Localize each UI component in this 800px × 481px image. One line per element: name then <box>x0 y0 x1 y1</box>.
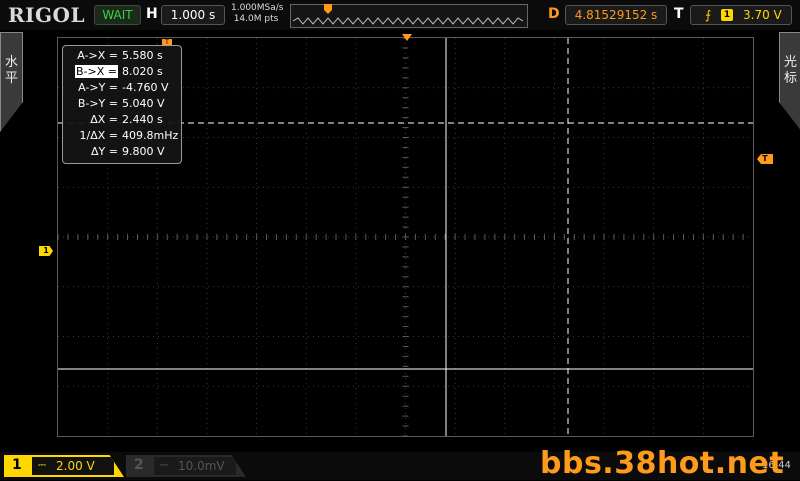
meas-row: ΔY = 9.800 V <box>91 145 165 158</box>
horizontal-menu-tab[interactable]: 水平 <box>0 32 23 132</box>
brand-logo: RIGOL <box>8 3 86 27</box>
meas-row: A->Y = -4.760 V <box>78 81 169 94</box>
dc-coupling-icon: ⎓ <box>160 460 168 471</box>
trigger-settings[interactable]: ⨍ 1 3.70 V <box>690 5 792 25</box>
sample-rate: 1.000MSa/s <box>231 3 284 13</box>
cursor-menu-label: 光标 <box>783 55 797 86</box>
ch2-number: 2 <box>134 457 144 473</box>
horizontal-label: H <box>146 6 158 22</box>
trigger-level-value: 3.70 V <box>743 8 782 22</box>
rising-edge-icon: ⨍ <box>705 8 712 22</box>
delay-value[interactable]: 4.81529152 s <box>565 5 667 25</box>
ch1-settings[interactable]: 1 ⎓ 2.00 V <box>4 455 124 477</box>
ch2-scale-box: ⎓ 10.0mV <box>154 457 236 475</box>
meas-row: 1/ΔX = 409.8mHz <box>79 129 179 142</box>
ch1-offset-marker[interactable]: 1 <box>39 246 53 256</box>
cursor-menu-tab[interactable]: 光标 <box>779 32 800 132</box>
trigger-position-icon <box>324 4 332 14</box>
timebase-value[interactable]: 1.000 s <box>161 5 225 25</box>
cursor-measurement-panel: A->X = 5.580 s B->X = 8.020 s A->Y = -4.760… <box>62 45 182 164</box>
top-status-bar: RIGOL WAIT H 1.000 s 1.000MSa/s 14.0M pt… <box>0 0 800 30</box>
acquisition-info: 1.000MSa/s 14.0M pts <box>231 3 284 25</box>
delay-label: D <box>548 6 560 22</box>
meas-row: B->Y = 5.040 V <box>77 97 165 110</box>
memory-depth: 14.0M pts <box>233 14 279 24</box>
meas-row: B->X = 8.020 s <box>75 65 163 78</box>
run-state-badge[interactable]: WAIT <box>94 5 141 25</box>
ch1-scale-box: ⎓ 2.00 V <box>32 457 114 475</box>
horizontal-menu-label: 水平 <box>4 55 18 86</box>
meas-row: ΔX = 2.440 s <box>90 113 163 126</box>
trigger-source-badge: 1 <box>721 9 733 21</box>
ch1-number: 1 <box>12 457 22 473</box>
watermark: bbs.38hot.net <box>540 446 785 481</box>
ch2-scale: 10.0mV <box>178 459 225 473</box>
meas-row: A->X = 5.580 s <box>77 49 163 62</box>
ch2-settings[interactable]: 2 ⎓ 10.0mV <box>126 455 246 477</box>
memory-overview-bar[interactable] <box>290 4 528 28</box>
trigger-level-marker[interactable]: T <box>757 154 773 164</box>
trigger-label: T <box>674 6 684 22</box>
memory-waveform-icon <box>293 17 523 25</box>
ch1-scale: 2.00 V <box>56 459 95 473</box>
dc-coupling-icon: ⎓ <box>38 460 46 471</box>
